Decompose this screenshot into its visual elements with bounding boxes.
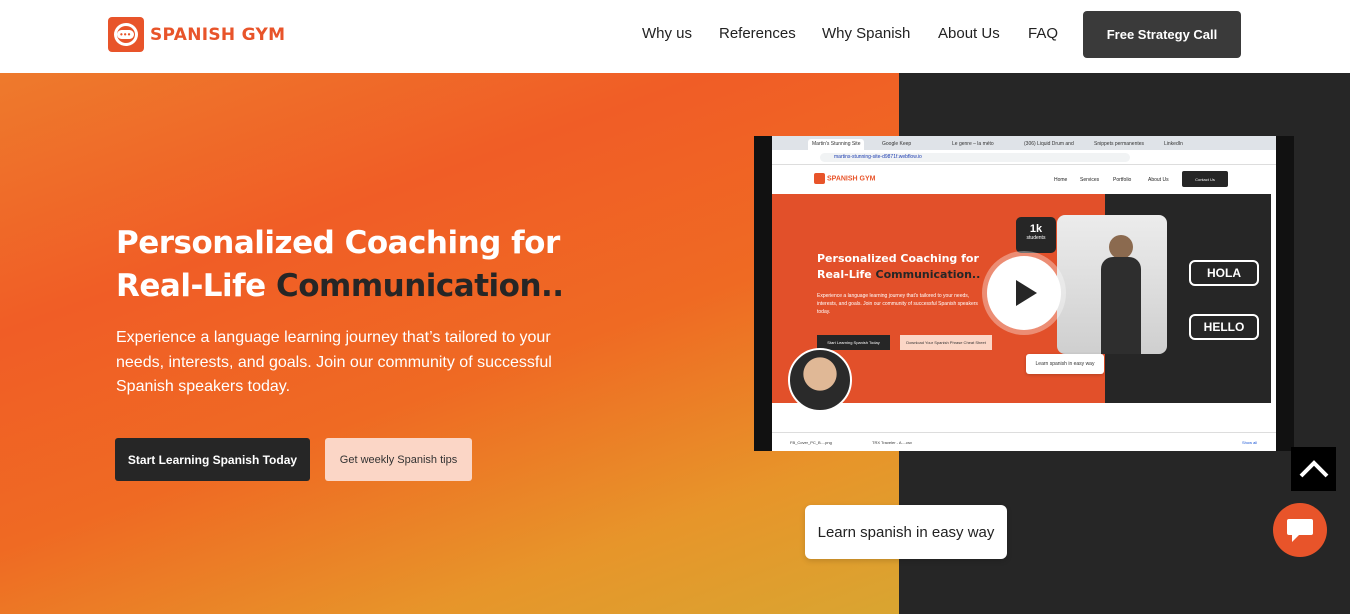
embedded-nav-link: About Us — [1148, 177, 1169, 183]
students-badge: 1k students — [1016, 217, 1056, 253]
embedded-logo: SPANISH GYM — [814, 173, 876, 184]
browser-tab: Le genre – la méto — [952, 141, 994, 147]
embedded-title-highlight: Communication.. — [875, 268, 981, 281]
hero-title-line2: Real-Life — [116, 268, 276, 304]
download-item: TRX Traveler - A....csv — [872, 440, 913, 445]
embedded-nav-link: Portfolio — [1113, 177, 1132, 183]
webcam-avatar — [788, 348, 852, 412]
start-learning-button[interactable]: Start Learning Spanish Today — [115, 438, 310, 481]
scroll-to-top-button[interactable] — [1291, 447, 1336, 491]
embedded-title: Personalized Coaching for Real-Life Comm… — [817, 251, 980, 283]
chat-button[interactable] — [1273, 503, 1327, 557]
embedded-subtitle: Experience a language learning journey t… — [817, 293, 978, 315]
logo[interactable]: ••• SPANISH GYM — [108, 17, 285, 52]
weekly-tips-button[interactable]: Get weekly Spanish tips — [325, 438, 472, 481]
play-icon[interactable] — [987, 256, 1061, 330]
free-strategy-call-button[interactable]: Free Strategy Call — [1083, 11, 1241, 58]
chevron-up-icon — [1299, 460, 1328, 478]
show-all-link: Show all — [1242, 440, 1258, 445]
badge-label: students — [1026, 235, 1046, 241]
browser-address-bar: martins-stunning-site-d9871f.webflow.io — [772, 150, 1276, 165]
hello-sign: HELLO — [1189, 314, 1259, 340]
learn-easy-tooltip: Learn spanish in easy way — [805, 505, 1007, 559]
embedded-photo — [1057, 215, 1167, 354]
embedded-site-nav: SPANISH GYM Home Services Portfolio Abou… — [772, 165, 1276, 194]
chat-bubble-icon: ••• — [108, 17, 144, 52]
browser-tab-bar: Martin's Stunning Site Google Keep Le ge… — [772, 136, 1276, 150]
badge-number: 1k — [1029, 223, 1043, 235]
nav-about-us[interactable]: About Us — [938, 25, 1000, 42]
embedded-nav-link: Services — [1080, 177, 1100, 183]
browser-tab: Google Keep — [882, 141, 912, 147]
nav-references[interactable]: References — [719, 25, 796, 42]
video-player[interactable]: Martin's Stunning Site Google Keep Le ge… — [754, 136, 1294, 451]
downloads-bar: FB_Cover_PC_B....png TRX Traveler - A...… — [772, 432, 1276, 451]
hero-subtitle: Experience a language learning journey t… — [116, 329, 552, 395]
hola-sign: HOLA — [1189, 260, 1259, 286]
nav-faq[interactable]: FAQ — [1028, 25, 1058, 42]
embedded-download-button: Download Your Spanish Phrase Cheat Sheet — [900, 335, 992, 350]
embedded-start-button: Start Learning Spanish Today — [817, 335, 890, 350]
hero-title-highlight: Communication.. — [276, 268, 564, 304]
download-item: FB_Cover_PC_B....png — [790, 440, 832, 445]
chat-icon — [1287, 519, 1313, 542]
embedded-title-line2: Real-Life — [817, 268, 876, 281]
nav-why-us[interactable]: Why us — [642, 25, 692, 42]
browser-tab: Martin's Stunning Site — [808, 139, 865, 150]
hero-title: Personalized Coaching for Real-Life Comm… — [116, 222, 564, 308]
browser-tab: LinkedIn — [1164, 141, 1183, 147]
site-header: ••• SPANISH GYM Why us References Why Sp… — [0, 0, 1350, 73]
hero-title-line1: Personalized Coaching for — [116, 225, 560, 261]
browser-tab: (306) Liquid Drum and — [1024, 141, 1074, 147]
embedded-nav-link: Home — [1054, 177, 1068, 183]
embedded-title-line1: Personalized Coaching for — [817, 252, 979, 265]
logo-text: SPANISH GYM — [150, 24, 286, 45]
url-field: martins-stunning-site-d9871f.webflow.io — [820, 153, 1130, 162]
embedded-contact-button: Contact Us — [1182, 171, 1228, 187]
nav-why-spanish[interactable]: Why Spanish — [822, 25, 910, 42]
embedded-chip: Learn spanish in easy way — [1026, 354, 1104, 374]
browser-tab: Snippets permanentes — [1094, 141, 1145, 147]
